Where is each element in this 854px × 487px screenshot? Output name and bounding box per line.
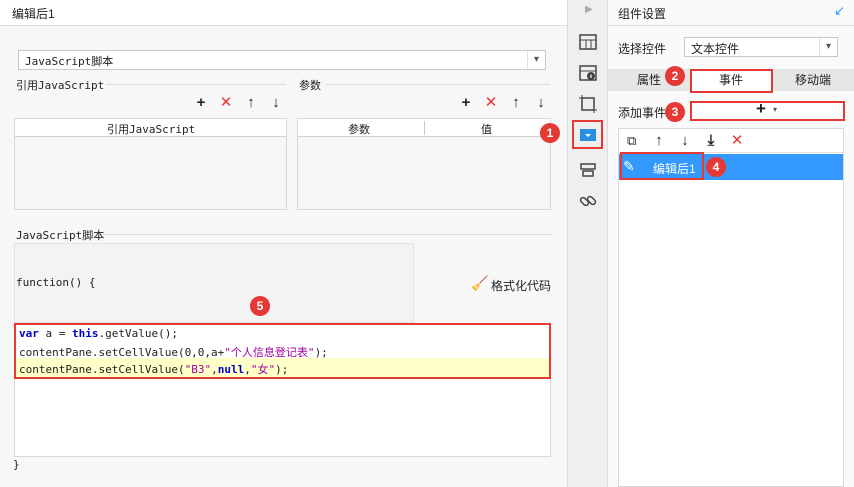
- chevron-down-icon: ▾: [527, 51, 545, 69]
- chevron-down-icon: ▾: [819, 38, 837, 56]
- table-info-icon[interactable]: [578, 63, 598, 83]
- event-list: ⧉ ↑ ↓ ⤓ ✕ ✎ 编辑后1: [618, 128, 844, 487]
- panel-header: 编辑后1: [0, 0, 567, 26]
- function-close: }: [13, 458, 20, 471]
- copy-icon[interactable]: ⧉: [627, 133, 636, 149]
- function-header-area: function() {: [14, 243, 414, 323]
- arrow-up-icon[interactable]: ↑: [243, 95, 259, 111]
- widget-select-value: 文本控件: [691, 42, 740, 56]
- panel-header: 组件设置 ↙: [608, 0, 854, 26]
- annotation-badge-1: 1: [540, 123, 560, 143]
- params-label: 参数: [299, 80, 321, 92]
- column-header-param: 参数: [348, 124, 370, 136]
- stack-layout-icon[interactable]: [578, 160, 598, 180]
- table-layout-icon[interactable]: [578, 32, 598, 52]
- arrow-down-icon[interactable]: ↓: [677, 133, 693, 149]
- delete-icon[interactable]: ✕: [218, 95, 234, 111]
- add-icon[interactable]: +: [193, 95, 209, 111]
- format-code-label: 格式化代码: [491, 279, 552, 293]
- add-icon[interactable]: +: [458, 95, 474, 111]
- table-body[interactable]: [298, 137, 550, 209]
- table-header: 引用JavaScript: [15, 119, 286, 137]
- table-body[interactable]: [15, 137, 286, 209]
- annotation-badge-4: 4: [706, 157, 726, 177]
- js-script-label: JavaScript脚本: [16, 229, 105, 242]
- delete-icon[interactable]: ✕: [483, 95, 499, 111]
- script-type-select[interactable]: JavaScript脚本 ▾: [18, 50, 546, 70]
- collapse-arrow-icon[interactable]: ▶: [585, 4, 593, 15]
- column-header-value: 值: [481, 124, 492, 136]
- column-header: 引用JavaScript: [107, 123, 196, 136]
- function-open: function() {: [16, 276, 96, 289]
- delete-icon[interactable]: ✕: [729, 133, 745, 149]
- component-settings-panel: 组件设置 ↙ 选择控件 文本控件 ▾ 属性 事件 移动端 2 添加事件 + ▾ …: [608, 0, 854, 487]
- tab-highlight-box: [690, 69, 773, 93]
- arrow-up-icon[interactable]: ↑: [651, 133, 667, 149]
- add-event-label: 添加事件: [618, 106, 667, 120]
- broom-icon: 🧹: [471, 275, 489, 291]
- ref-js-label: 引用JavaScript: [16, 79, 105, 92]
- widget-select[interactable]: 文本控件 ▾: [684, 37, 838, 57]
- move-to-bottom-icon[interactable]: ⤓: [703, 133, 719, 149]
- table-header: 参数 值: [298, 119, 550, 137]
- add-event-highlight-box: [690, 101, 845, 121]
- js-editor-panel: 编辑后1 JavaScript脚本 ▾ 引用JavaScript 参数 + ✕ …: [0, 0, 567, 487]
- params-table: 参数 值: [297, 118, 551, 210]
- side-icon-bar: ▶ 1: [540, 0, 608, 487]
- code-highlight-box: [14, 323, 551, 379]
- script-type-value: JavaScript脚本: [25, 55, 114, 68]
- annotation-badge-5: 5: [250, 296, 270, 316]
- event-toolbar: ⧉ ↑ ↓ ⤓ ✕: [619, 129, 843, 153]
- divider: [106, 84, 286, 85]
- arrow-down-icon[interactable]: ↓: [268, 95, 284, 111]
- panel-title: 组件设置: [618, 7, 667, 21]
- arrow-down-icon[interactable]: ↓: [533, 95, 549, 111]
- annotation-badge-3: 3: [665, 102, 685, 122]
- event-item-highlight-box: [620, 152, 704, 180]
- arrow-up-icon[interactable]: ↑: [508, 95, 524, 111]
- ref-js-table: 引用JavaScript: [14, 118, 287, 210]
- divider: [102, 234, 552, 235]
- annotation-badge-2: 2: [665, 66, 685, 86]
- link-icon[interactable]: [578, 191, 598, 211]
- divider: [326, 84, 550, 85]
- format-code-button[interactable]: 🧹 格式化代码: [471, 275, 561, 293]
- panel-title: 编辑后1: [12, 7, 55, 21]
- collapse-icon[interactable]: ↙: [834, 3, 845, 19]
- icon-highlight-box: [572, 120, 603, 149]
- select-widget-label: 选择控件: [618, 42, 667, 56]
- crop-frame-icon[interactable]: [578, 94, 598, 114]
- tab-mobile[interactable]: 移动端: [772, 69, 854, 91]
